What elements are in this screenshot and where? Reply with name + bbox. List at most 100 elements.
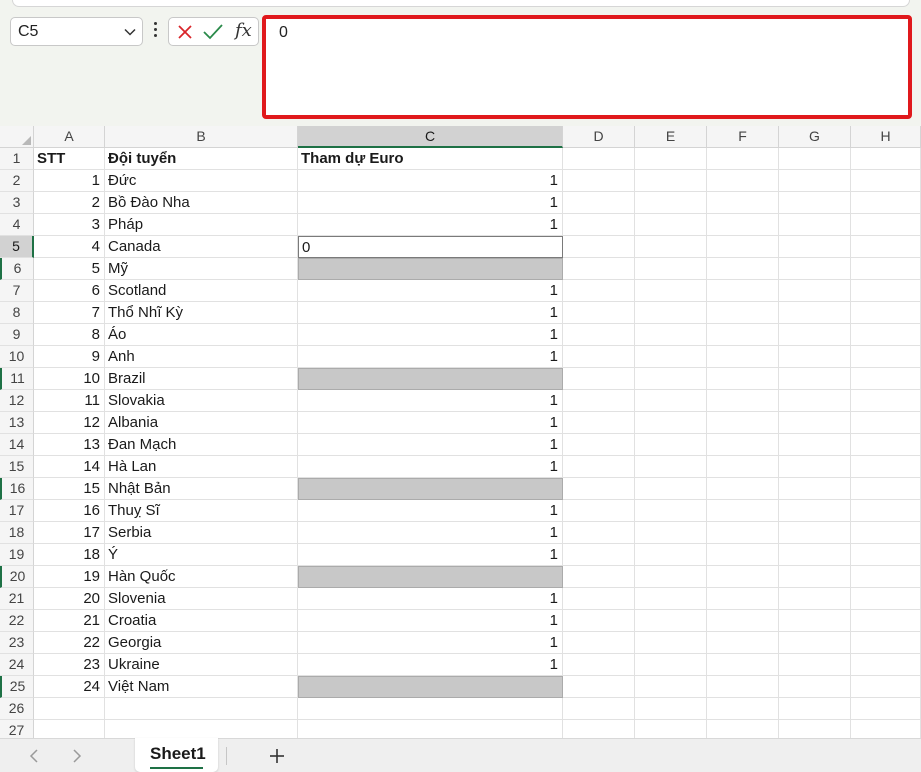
active-cell-c5[interactable]: 0 (298, 236, 563, 258)
row-header-25[interactable]: 25 (0, 676, 34, 698)
euro-cell[interactable]: 1 (298, 632, 563, 654)
cell[interactable] (851, 632, 921, 654)
cell[interactable] (635, 522, 707, 544)
team-cell[interactable]: Albania (105, 412, 298, 434)
column-header-f[interactable]: F (707, 126, 779, 148)
row-header-26[interactable]: 26 (0, 698, 34, 720)
cell[interactable] (563, 434, 635, 456)
cell[interactable] (563, 192, 635, 214)
cell[interactable] (635, 280, 707, 302)
team-cell[interactable]: Thổ Nhĩ Kỳ (105, 302, 298, 324)
stt-cell[interactable]: 19 (34, 566, 105, 588)
cell[interactable] (563, 368, 635, 390)
header-cell-euro[interactable]: Tham dự Euro (298, 148, 563, 170)
cell[interactable] (779, 390, 851, 412)
team-cell[interactable]: Hàn Quốc (105, 566, 298, 588)
cell[interactable] (707, 170, 779, 192)
stt-cell[interactable]: 20 (34, 588, 105, 610)
cell[interactable] (707, 698, 779, 720)
cell[interactable] (298, 698, 563, 720)
cell[interactable] (779, 280, 851, 302)
team-cell[interactable]: Ý (105, 544, 298, 566)
stt-cell[interactable]: 4 (34, 236, 105, 258)
stt-cell[interactable]: 7 (34, 302, 105, 324)
cell[interactable] (707, 258, 779, 280)
row-header-24[interactable]: 24 (0, 654, 34, 676)
cell[interactable] (563, 500, 635, 522)
row-header-8[interactable]: 8 (0, 302, 34, 324)
cell[interactable] (635, 434, 707, 456)
row-header-12[interactable]: 12 (0, 390, 34, 412)
cell[interactable] (635, 588, 707, 610)
team-cell[interactable]: Scotland (105, 280, 298, 302)
stt-cell[interactable]: 11 (34, 390, 105, 412)
stt-cell[interactable]: 17 (34, 522, 105, 544)
row-header-16[interactable]: 16 (0, 478, 34, 500)
cell[interactable] (635, 610, 707, 632)
team-cell[interactable]: Việt Nam (105, 676, 298, 698)
cell[interactable] (635, 324, 707, 346)
team-cell[interactable]: Canada (105, 236, 298, 258)
stt-cell[interactable]: 16 (34, 500, 105, 522)
cell[interactable] (779, 148, 851, 170)
cell[interactable] (851, 478, 921, 500)
cell[interactable] (707, 588, 779, 610)
cell[interactable] (779, 258, 851, 280)
cell[interactable] (779, 698, 851, 720)
euro-cell[interactable]: 1 (298, 390, 563, 412)
cell[interactable] (779, 588, 851, 610)
cell[interactable] (851, 544, 921, 566)
cell[interactable] (779, 324, 851, 346)
cell[interactable] (851, 588, 921, 610)
row-header-15[interactable]: 15 (0, 456, 34, 478)
stt-cell[interactable]: 23 (34, 654, 105, 676)
euro-cell[interactable]: 1 (298, 522, 563, 544)
row-header-7[interactable]: 7 (0, 280, 34, 302)
cell[interactable] (851, 148, 921, 170)
cell[interactable] (635, 368, 707, 390)
cell[interactable] (707, 654, 779, 676)
cell[interactable] (851, 522, 921, 544)
row-header-23[interactable]: 23 (0, 632, 34, 654)
cell[interactable] (635, 192, 707, 214)
stt-cell[interactable]: 21 (34, 610, 105, 632)
euro-cell[interactable]: 1 (298, 280, 563, 302)
team-cell[interactable]: Thuỵ Sĩ (105, 500, 298, 522)
cell[interactable] (563, 148, 635, 170)
cell[interactable] (635, 654, 707, 676)
cell[interactable] (635, 390, 707, 412)
cell[interactable] (563, 456, 635, 478)
stt-cell[interactable]: 10 (34, 368, 105, 390)
add-sheet-icon[interactable] (268, 747, 286, 765)
row-header-6[interactable]: 6 (0, 258, 34, 280)
cell[interactable] (563, 170, 635, 192)
sheet-tab-sheet1[interactable]: Sheet1 (135, 738, 218, 772)
cell[interactable] (779, 434, 851, 456)
cell[interactable] (851, 302, 921, 324)
chevron-down-icon[interactable] (124, 28, 136, 36)
cell[interactable] (851, 676, 921, 698)
euro-cell[interactable]: 1 (298, 654, 563, 676)
column-header-h[interactable]: H (851, 126, 921, 148)
cell[interactable] (851, 456, 921, 478)
euro-cell-empty[interactable] (298, 676, 563, 698)
cell[interactable] (563, 302, 635, 324)
cell[interactable] (105, 698, 298, 720)
cell[interactable] (563, 588, 635, 610)
row-header-5[interactable]: 5 (0, 236, 34, 258)
cell[interactable] (851, 192, 921, 214)
row-header-17[interactable]: 17 (0, 500, 34, 522)
cell[interactable] (563, 522, 635, 544)
cell[interactable] (707, 346, 779, 368)
cell[interactable] (707, 566, 779, 588)
column-header-a[interactable]: A (34, 126, 105, 148)
cell[interactable] (563, 324, 635, 346)
stt-cell[interactable]: 6 (34, 280, 105, 302)
cell[interactable] (635, 544, 707, 566)
insert-function-icon[interactable]: fx (235, 20, 252, 41)
cell[interactable] (851, 214, 921, 236)
cell[interactable] (563, 346, 635, 368)
row-header-4[interactable]: 4 (0, 214, 34, 236)
cell[interactable] (779, 214, 851, 236)
cell[interactable] (635, 456, 707, 478)
